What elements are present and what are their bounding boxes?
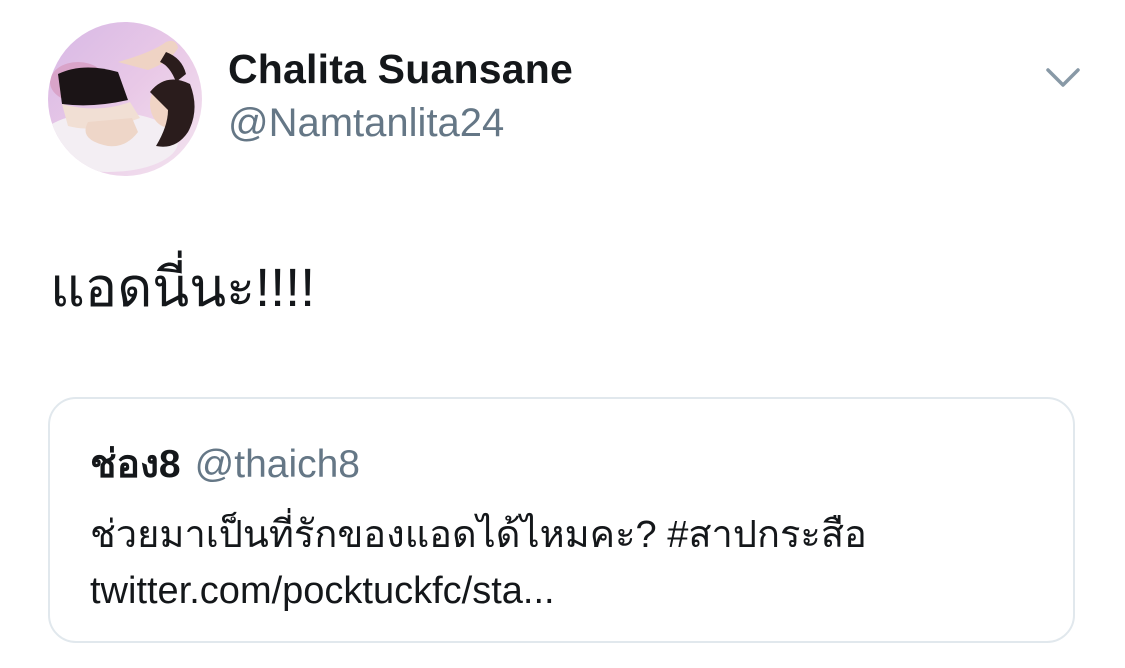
- quoted-author-handle: @thaich8: [194, 443, 360, 486]
- profile-photo: [48, 22, 202, 176]
- quoted-author-name: ช่อง8: [90, 443, 181, 486]
- avatar[interactable]: [48, 22, 202, 176]
- tweet: Chalita Suansane @Namtanlita24 แอดนี่นะ!…: [0, 0, 1125, 668]
- tweet-menu-button[interactable]: [1040, 58, 1086, 98]
- quoted-tweet-text: ช่วยมาเป็นที่รักของแอดได้ไหมคะ? #สาปกระส…: [90, 507, 867, 619]
- author-display-name[interactable]: Chalita Suansane: [228, 46, 573, 93]
- quoted-tweet-card[interactable]: ช่อง8 @thaich8 ช่วยมาเป็นที่รักของแอดได้ไ…: [48, 397, 1075, 643]
- author-handle[interactable]: @Namtanlita24: [228, 101, 504, 146]
- quoted-tweet-header: ช่อง8 @thaich8: [90, 433, 360, 495]
- chevron-down-icon: [1046, 68, 1080, 87]
- quoted-tweet-text-line: ช่วยมาเป็นที่รักของแอดได้ไหมคะ? #สาปกระส…: [90, 514, 867, 556]
- tweet-text: แอดนี่นะ!!!!: [50, 258, 316, 318]
- quoted-tweet-link[interactable]: twitter.com/pocktuckfc/sta...: [90, 563, 867, 619]
